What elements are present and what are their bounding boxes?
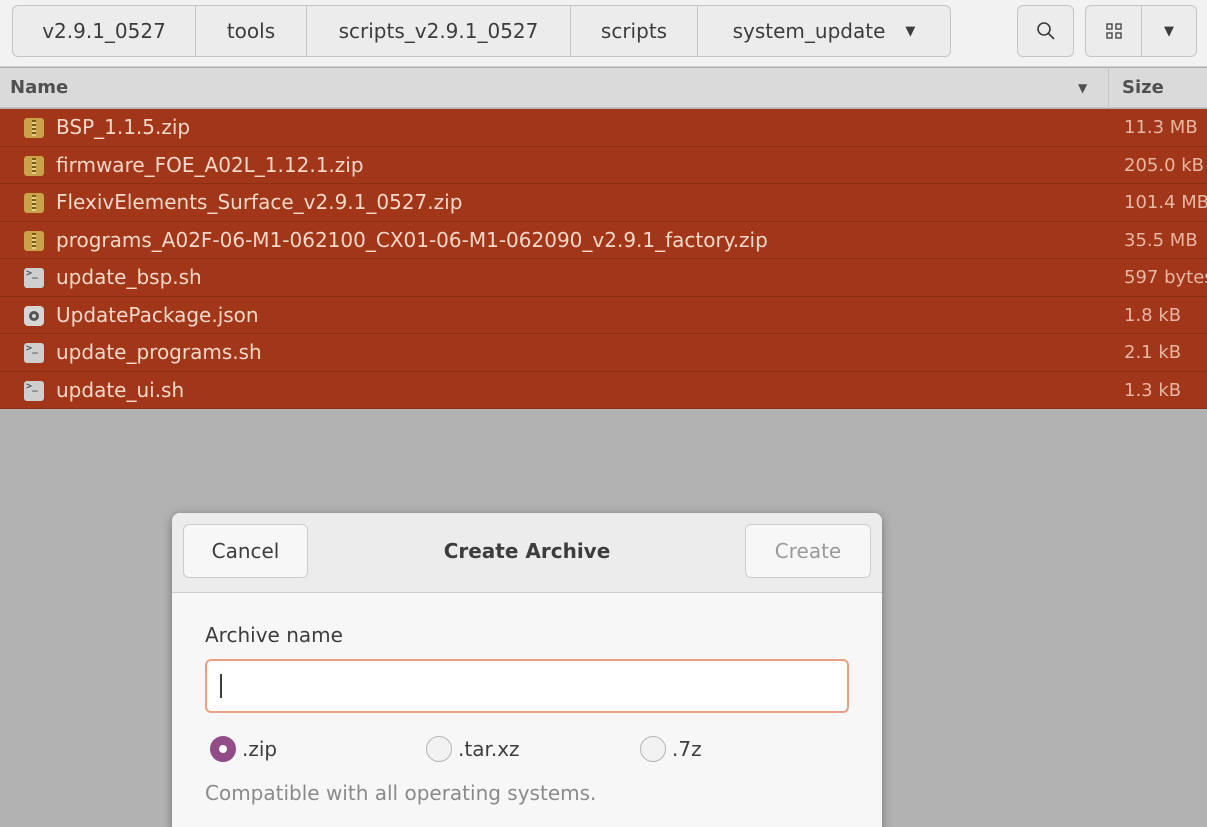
file-size: 11.3 MB bbox=[1124, 117, 1198, 138]
create-archive-dialog: Create Archive Cancel Create Archive nam… bbox=[172, 513, 882, 827]
file-row[interactable]: firmware_FOE_A02L_1.12.1.zip 205.0 kB bbox=[0, 146, 1207, 184]
script-file-icon bbox=[24, 380, 44, 401]
column-divider[interactable] bbox=[1108, 68, 1109, 108]
file-row[interactable]: BSP_1.1.5.zip 11.3 MB bbox=[0, 109, 1207, 147]
file-size: 1.3 kB bbox=[1124, 379, 1182, 401]
format-radio-zip[interactable]: .zip bbox=[210, 735, 277, 763]
view-toggle-button[interactable] bbox=[1085, 5, 1142, 57]
breadcrumb-item[interactable]: tools bbox=[196, 6, 307, 56]
file-size: 597 bytes bbox=[1124, 267, 1207, 288]
breadcrumb-item-current[interactable]: system_update ▼ bbox=[698, 6, 950, 56]
breadcrumb-label: v2.9.1_0527 bbox=[42, 19, 166, 43]
archive-name-label: Archive name bbox=[205, 623, 343, 647]
breadcrumb-label: tools bbox=[226, 19, 276, 43]
file-row[interactable]: update_ui.sh 1.3 kB bbox=[0, 371, 1207, 409]
view-options-button[interactable]: ▼ bbox=[1141, 5, 1197, 57]
radio-unchecked-icon bbox=[640, 736, 666, 762]
archive-name-field[interactable] bbox=[205, 659, 849, 713]
search-icon bbox=[1036, 22, 1055, 40]
archive-file-icon bbox=[24, 155, 44, 176]
file-row[interactable]: UpdatePackage.json 1.8 kB bbox=[0, 296, 1207, 334]
breadcrumb-label: scripts_v2.9.1_0527 bbox=[338, 19, 539, 43]
grid-view-icon bbox=[1105, 23, 1122, 39]
file-size: 101.4 MB bbox=[1124, 192, 1207, 213]
format-label: .7z bbox=[672, 737, 702, 761]
file-size: 205.0 kB bbox=[1124, 154, 1205, 176]
file-size: 2.1 kB bbox=[1124, 342, 1182, 363]
breadcrumb-label: system_update bbox=[732, 19, 886, 43]
radio-checked-icon bbox=[210, 736, 236, 762]
file-list: BSP_1.1.5.zip 11.3 MB firmware_FOE_A02L_… bbox=[0, 109, 1207, 409]
triangle-down-icon: ▼ bbox=[905, 23, 916, 39]
file-name: firmware_FOE_A02L_1.12.1.zip bbox=[56, 152, 364, 177]
file-row[interactable]: update_bsp.sh 597 bytes bbox=[0, 259, 1207, 297]
archive-name-input[interactable] bbox=[207, 661, 847, 711]
json-file-icon bbox=[24, 305, 44, 326]
sort-descending-icon: ▼ bbox=[1078, 81, 1088, 95]
file-row[interactable]: FlexivElements_Surface_v2.9.1_0527.zip 1… bbox=[0, 184, 1207, 222]
file-size: 35.5 MB bbox=[1124, 229, 1198, 251]
format-label: .tar.xz bbox=[458, 737, 520, 761]
file-name: FlexivElements_Surface_v2.9.1_0527.zip bbox=[56, 190, 463, 214]
file-name: programs_A02F-06-M1-062100_CX01-06-M1-06… bbox=[56, 227, 768, 252]
breadcrumb-item[interactable]: scripts bbox=[571, 6, 698, 56]
format-radio-7z[interactable]: .7z bbox=[640, 735, 702, 763]
radio-unchecked-icon bbox=[426, 736, 452, 762]
column-size-header[interactable]: Size bbox=[1122, 68, 1164, 108]
format-label: .zip bbox=[242, 737, 278, 761]
file-name: update_ui.sh bbox=[56, 377, 185, 402]
archive-file-icon bbox=[24, 230, 44, 251]
file-size: 1.8 kB bbox=[1124, 304, 1182, 326]
search-button[interactable] bbox=[1017, 5, 1074, 57]
breadcrumb-label: scripts bbox=[600, 19, 668, 43]
breadcrumb: v2.9.1_0527 tools scripts_v2.9.1_0527 sc… bbox=[12, 5, 951, 57]
column-header: Name ▼ Size bbox=[0, 68, 1207, 108]
archive-file-icon bbox=[24, 193, 44, 213]
file-name: update_bsp.sh bbox=[56, 265, 202, 289]
column-name-header[interactable]: Name bbox=[10, 68, 68, 108]
file-name: BSP_1.1.5.zip bbox=[56, 115, 191, 139]
triangle-down-icon: ▼ bbox=[1164, 23, 1174, 39]
file-name: update_programs.sh bbox=[56, 340, 262, 364]
file-name: UpdatePackage.json bbox=[56, 302, 259, 327]
format-description: Compatible with all operating systems. bbox=[205, 781, 597, 805]
file-row[interactable]: programs_A02F-06-M1-062100_CX01-06-M1-06… bbox=[0, 221, 1207, 259]
cancel-button[interactable]: Cancel bbox=[183, 524, 308, 578]
script-file-icon bbox=[24, 268, 44, 288]
format-radio-tar-xz[interactable]: .tar.xz bbox=[426, 735, 520, 763]
dialog-header: Create Archive Cancel Create bbox=[172, 513, 882, 593]
script-file-icon bbox=[24, 343, 44, 363]
create-button[interactable]: Create bbox=[745, 524, 871, 578]
breadcrumb-item[interactable]: v2.9.1_0527 bbox=[13, 6, 196, 56]
header-bar: v2.9.1_0527 tools scripts_v2.9.1_0527 sc… bbox=[0, 0, 1207, 67]
file-row[interactable]: update_programs.sh 2.1 kB bbox=[0, 334, 1207, 372]
breadcrumb-item[interactable]: scripts_v2.9.1_0527 bbox=[307, 6, 571, 56]
archive-file-icon bbox=[24, 118, 44, 138]
